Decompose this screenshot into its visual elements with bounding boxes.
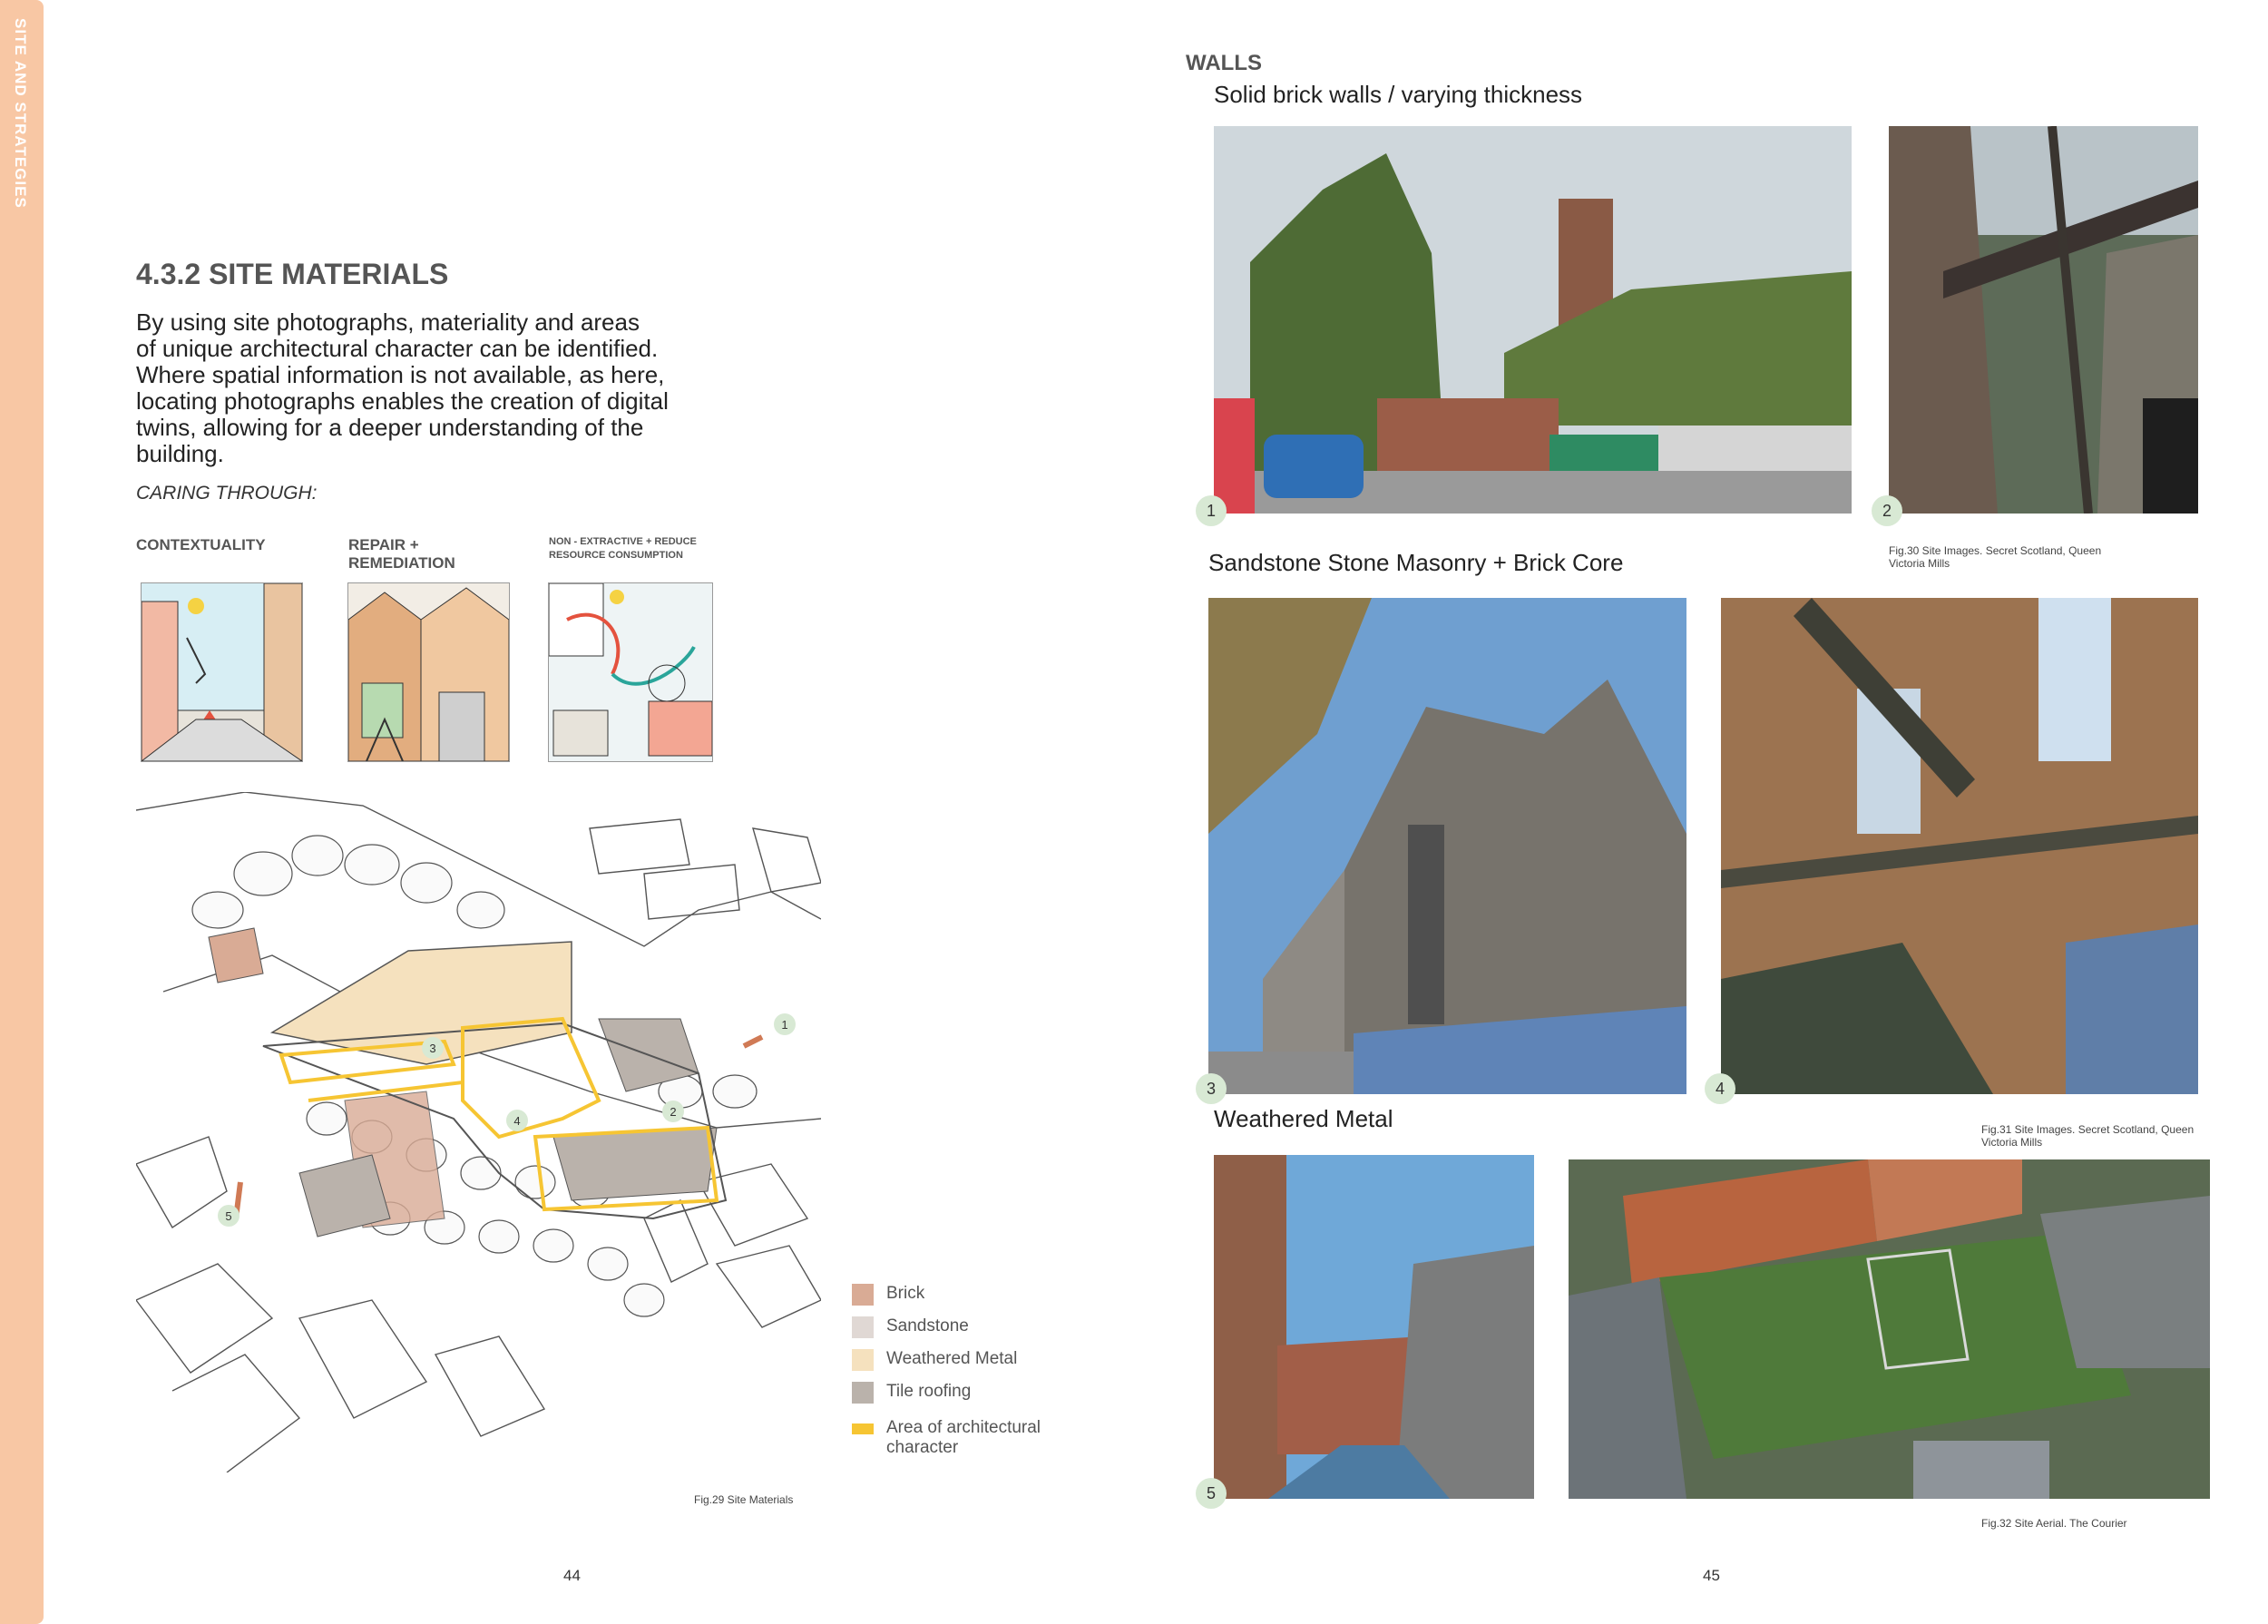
contextuality-illustration <box>141 582 303 762</box>
photo-site-aerial <box>1569 1159 2210 1499</box>
non-extractive-illustration <box>548 582 713 762</box>
photo-collapsed-interior <box>1721 598 2198 1094</box>
fig31-caption: Fig.31 Site Images. Secret Scotland, Que… <box>1981 1123 2195 1149</box>
fig30-caption: Fig.30 Site Images. Secret Scotland, Que… <box>1889 544 2102 570</box>
repair-illustration <box>347 582 510 762</box>
strategy-label-contextuality: CONTEXTUALITY <box>136 536 266 553</box>
caring-through-label: CARING THROUGH: <box>136 483 318 504</box>
legend-item-tile-roofing: Tile roofing <box>852 1382 1070 1404</box>
intro-line: Where spatial information is not availab… <box>136 361 665 388</box>
legend-swatch <box>852 1284 874 1306</box>
strategy-label-repair: REPAIR + REMEDIATION <box>348 536 455 572</box>
subhead-sandstone: Sandstone Stone Masonry + Brick Core <box>1208 549 1624 576</box>
fig32-caption: Fig.32 Site Aerial. The Courier <box>1981 1517 2127 1530</box>
intro-line: of unique architectural character can be… <box>136 335 659 362</box>
legend-label: Tile roofing <box>886 1382 972 1401</box>
fig29-caption: Fig.29 Site Materials <box>694 1493 794 1506</box>
side-tab-label: SITE AND STRATEGIES <box>12 18 29 209</box>
page-heading: 4.3.2 SITE MATERIALS <box>136 258 449 290</box>
strategy-label-non-extractive: NON - EXTRACTIVE + REDUCE RESOURCE CONSU… <box>549 536 697 561</box>
photo-number-2: 2 <box>1872 495 1902 526</box>
map-marker-2: 2 <box>662 1101 684 1122</box>
legend-item-architectural-character: Area of architectural character <box>852 1418 1070 1458</box>
intro-line: twins, allowing for a deeper understandi… <box>136 414 644 441</box>
side-tab: SITE AND STRATEGIES <box>0 0 44 1624</box>
subhead-brick-walls: Solid brick walls / varying thickness <box>1214 81 1583 108</box>
photo-sandstone-facade <box>1208 598 1686 1094</box>
photo-interior-ruin <box>1889 126 2198 514</box>
intro-line: building. <box>136 440 224 467</box>
intro-line: locating photographs enables the creatio… <box>136 387 669 415</box>
map-marker-1: 1 <box>774 1013 796 1035</box>
legend-item-sandstone: Sandstone <box>852 1316 1070 1338</box>
legend-label: Weathered Metal <box>886 1349 1018 1368</box>
intro-line: By using site photographs, materiality a… <box>136 308 640 336</box>
photo-number-1: 1 <box>1196 495 1227 526</box>
map-marker-4: 4 <box>506 1110 528 1131</box>
legend-item-weathered-metal: Weathered Metal <box>852 1349 1070 1371</box>
legend-swatch <box>852 1423 874 1434</box>
legend-label: Sandstone <box>886 1316 969 1335</box>
subhead-weathered-metal: Weathered Metal <box>1214 1105 1393 1132</box>
photo-alley-metal-shed <box>1214 1155 1534 1499</box>
legend-swatch <box>852 1349 874 1371</box>
legend-swatch <box>852 1382 874 1404</box>
page-number-left: 44 <box>563 1567 581 1584</box>
map-marker-3: 3 <box>422 1037 444 1059</box>
photo-number-5: 5 <box>1196 1478 1227 1509</box>
legend-swatch <box>852 1316 874 1338</box>
site-materials-map: 1 2 3 4 5 <box>134 791 822 1473</box>
photo-ivy-covered-mill <box>1214 126 1852 514</box>
legend-label: Brick <box>886 1284 925 1303</box>
photo-number-3: 3 <box>1196 1073 1227 1104</box>
map-legend: Brick Sandstone Weathered Metal Tile roo… <box>852 1284 1070 1458</box>
legend-label: Area of architectural character <box>886 1418 1041 1457</box>
intro-paragraph: By using site photographs, materiality a… <box>136 309 717 467</box>
walls-title: WALLS <box>1186 51 1262 75</box>
map-marker-5: 5 <box>218 1205 240 1227</box>
photo-number-4: 4 <box>1705 1073 1735 1104</box>
legend-item-brick: Brick <box>852 1284 1070 1306</box>
page-number-right: 45 <box>1703 1567 1720 1584</box>
